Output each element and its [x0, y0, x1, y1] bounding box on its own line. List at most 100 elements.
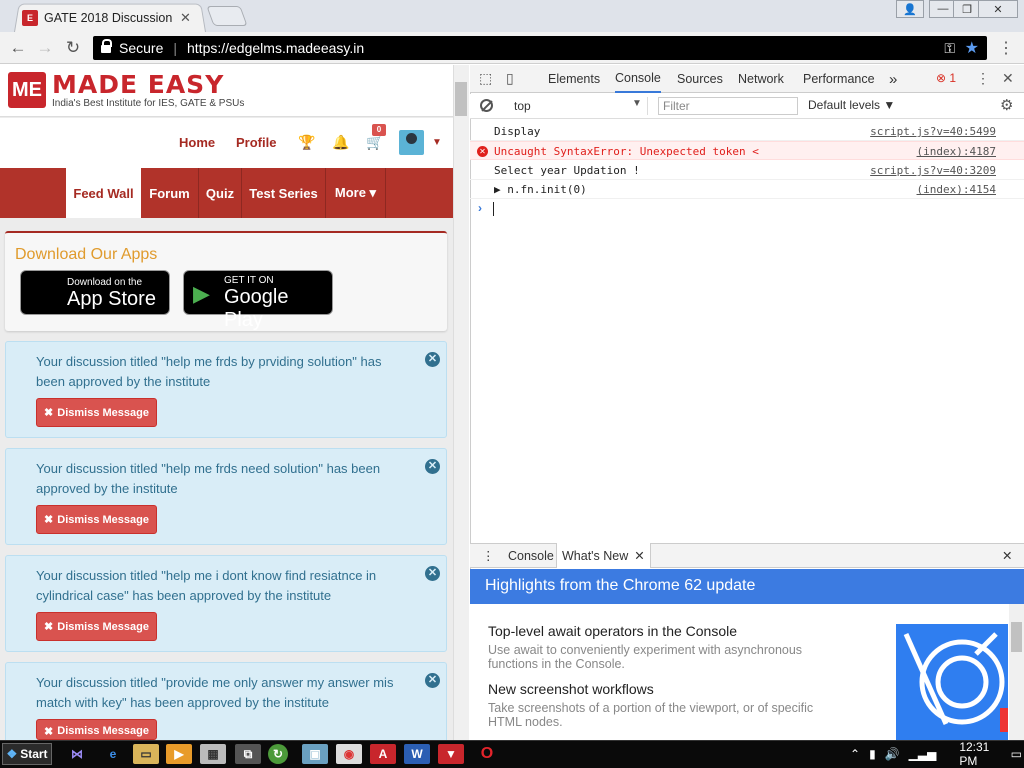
chrome-icon[interactable]: ◉: [336, 744, 362, 764]
page-scrollbar-thumb[interactable]: [455, 82, 467, 116]
google-play-button[interactable]: ▶ GET IT ON Google Play: [183, 270, 333, 331]
devtools-menu-icon[interactable]: ⋮: [976, 70, 990, 87]
console-message[interactable]: ▶ n.fn.init(0) (index):4154: [470, 180, 1024, 199]
drawer-close-icon[interactable]: ✕: [1002, 543, 1012, 568]
nav-forum[interactable]: Forum: [141, 168, 199, 218]
green-app-icon[interactable]: ↻: [268, 744, 288, 764]
media-player-icon[interactable]: ▶: [166, 744, 192, 764]
cart-icon[interactable]: 🛒: [366, 134, 383, 151]
bookmark-star-icon[interactable]: ★: [965, 38, 979, 58]
reload-icon[interactable]: ↻: [62, 38, 84, 58]
url-text[interactable]: https://edgelms.madeeasy.in: [187, 40, 364, 56]
tab-sources[interactable]: Sources: [677, 65, 723, 93]
start-button[interactable]: ❖ Start: [2, 743, 52, 765]
pdf-reader-icon[interactable]: A: [370, 744, 396, 764]
avatar[interactable]: [399, 130, 424, 155]
close-icon[interactable]: ✕: [425, 459, 440, 474]
tray-expand-icon[interactable]: ⌃: [850, 747, 860, 761]
console-source-link[interactable]: script.js?v=40:5499: [870, 122, 996, 141]
dismiss-message-button[interactable]: ✖ Dismiss Message: [36, 719, 157, 740]
context-dropdown-icon[interactable]: ▼: [632, 98, 642, 109]
profile-link[interactable]: Profile: [236, 135, 276, 150]
console-settings-gear-icon[interactable]: ⚙: [1000, 96, 1013, 114]
app-store-button[interactable]: Download on the App Store: [20, 270, 170, 315]
browser-menu-icon[interactable]: ⋮: [998, 38, 1014, 58]
file-explorer-icon[interactable]: ▭: [133, 744, 159, 764]
page-scrollbar[interactable]: [453, 65, 469, 740]
drawer-tab-whats-new[interactable]: What's New ✕: [556, 543, 651, 568]
tab-title: GATE 2018 Discussion For: [44, 11, 174, 25]
new-tab-button[interactable]: [206, 6, 248, 26]
console-source-link[interactable]: (index):4187: [917, 142, 996, 161]
chevron-down-icon[interactable]: ▼: [432, 137, 442, 148]
tab-elements[interactable]: Elements: [548, 65, 600, 93]
drawer-tab-console[interactable]: Console: [508, 543, 554, 568]
internet-explorer-icon[interactable]: e: [100, 744, 126, 764]
dismiss-message-button[interactable]: ✖ Dismiss Message: [36, 505, 157, 534]
app-red-icon[interactable]: ▼: [438, 744, 464, 764]
inspect-element-icon[interactable]: ⬚: [479, 70, 492, 87]
error-count-badge[interactable]: ⊗ 1: [936, 71, 956, 85]
tab-close-icon[interactable]: ✕: [180, 10, 191, 26]
nav-test-series[interactable]: Test Series: [242, 168, 326, 218]
browser-tab-content[interactable]: E GATE 2018 Discussion For ✕: [22, 6, 206, 30]
notifications-icon[interactable]: ▭: [1011, 747, 1022, 761]
tab-network[interactable]: Network: [738, 65, 784, 93]
context-select[interactable]: top: [504, 97, 648, 115]
tab-console[interactable]: Console: [615, 65, 661, 93]
home-link[interactable]: Home: [179, 135, 215, 150]
word-icon[interactable]: W: [404, 744, 430, 764]
remote-desktop-icon[interactable]: ▣: [302, 744, 328, 764]
restore-button[interactable]: ❐: [953, 0, 981, 18]
nav-quiz[interactable]: Quiz: [199, 168, 242, 218]
close-window-button[interactable]: ✕: [978, 0, 1018, 18]
back-arrow-icon[interactable]: ←: [7, 38, 29, 58]
dismiss-message-button[interactable]: ✖ Dismiss Message: [36, 398, 157, 427]
made-easy-logo-icon[interactable]: ME: [8, 72, 46, 108]
signal-icon[interactable]: ▁▃▅: [909, 747, 937, 761]
approval-alert: Your discussion titled "provide me only …: [5, 662, 447, 740]
forward-arrow-icon[interactable]: →: [34, 38, 56, 58]
bell-icon[interactable]: 🔔: [332, 134, 349, 151]
close-icon[interactable]: ✕: [425, 566, 440, 581]
window-switcher-icon[interactable]: ⧉: [235, 744, 261, 764]
drawer-scrollbar-thumb[interactable]: [1011, 622, 1022, 652]
console-message-text[interactable]: ▶ n.fn.init(0): [494, 180, 587, 199]
nav-feed-wall[interactable]: Feed Wall: [66, 168, 141, 218]
drawer-tab-close-icon[interactable]: ✕: [634, 548, 644, 563]
close-icon[interactable]: ✕: [425, 673, 440, 688]
nav-more[interactable]: More ▾: [326, 168, 386, 218]
console-input[interactable]: [493, 202, 494, 216]
dismiss-label: Dismiss Message: [57, 725, 149, 737]
devtools-close-icon[interactable]: ✕: [1002, 70, 1014, 87]
battery-icon[interactable]: ▮: [869, 747, 876, 761]
console-source-link[interactable]: script.js?v=40:3209: [870, 161, 996, 180]
console-filter-input[interactable]: Filter: [658, 97, 798, 115]
whats-new-title: Highlights from the Chrome 62 update: [485, 577, 756, 594]
site-favicon-icon: E: [22, 10, 38, 26]
site-tagline: India's Best Institute for IES, GATE & P…: [52, 98, 245, 109]
drawer-menu-icon[interactable]: ⋮: [482, 543, 495, 568]
feature-title[interactable]: New screenshot workflows: [488, 681, 654, 697]
clear-console-icon[interactable]: [480, 99, 493, 112]
dismiss-message-button[interactable]: ✖ Dismiss Message: [36, 612, 157, 641]
feature-title[interactable]: Top-level await operators in the Console: [488, 623, 737, 639]
clock[interactable]: 12:31 PM: [959, 740, 1001, 768]
x-icon: ✖: [44, 621, 54, 633]
user-profile-icon[interactable]: 👤: [896, 0, 924, 18]
trophy-icon[interactable]: 🏆: [298, 134, 315, 151]
more-tabs-icon[interactable]: »: [889, 65, 897, 93]
device-toolbar-icon[interactable]: ▯: [506, 70, 514, 87]
log-levels-select[interactable]: Default levels ▼: [808, 98, 895, 112]
volume-icon[interactable]: 🔊: [885, 747, 900, 761]
visual-studio-icon[interactable]: ⋈: [64, 744, 90, 764]
opera-icon[interactable]: O: [474, 744, 500, 764]
address-bar[interactable]: Secure | https://edgelms.madeeasy.in ⚿ ★: [93, 36, 987, 60]
close-icon[interactable]: ✕: [425, 352, 440, 367]
tab-performance[interactable]: Performance: [803, 65, 875, 93]
console-source-link[interactable]: (index):4154: [917, 180, 996, 199]
key-icon[interactable]: ⚿: [944, 40, 955, 57]
site-logo-text[interactable]: MADE EASY: [52, 70, 224, 99]
calculator-icon[interactable]: ▦: [200, 744, 226, 764]
secure-label: Secure: [119, 40, 164, 56]
